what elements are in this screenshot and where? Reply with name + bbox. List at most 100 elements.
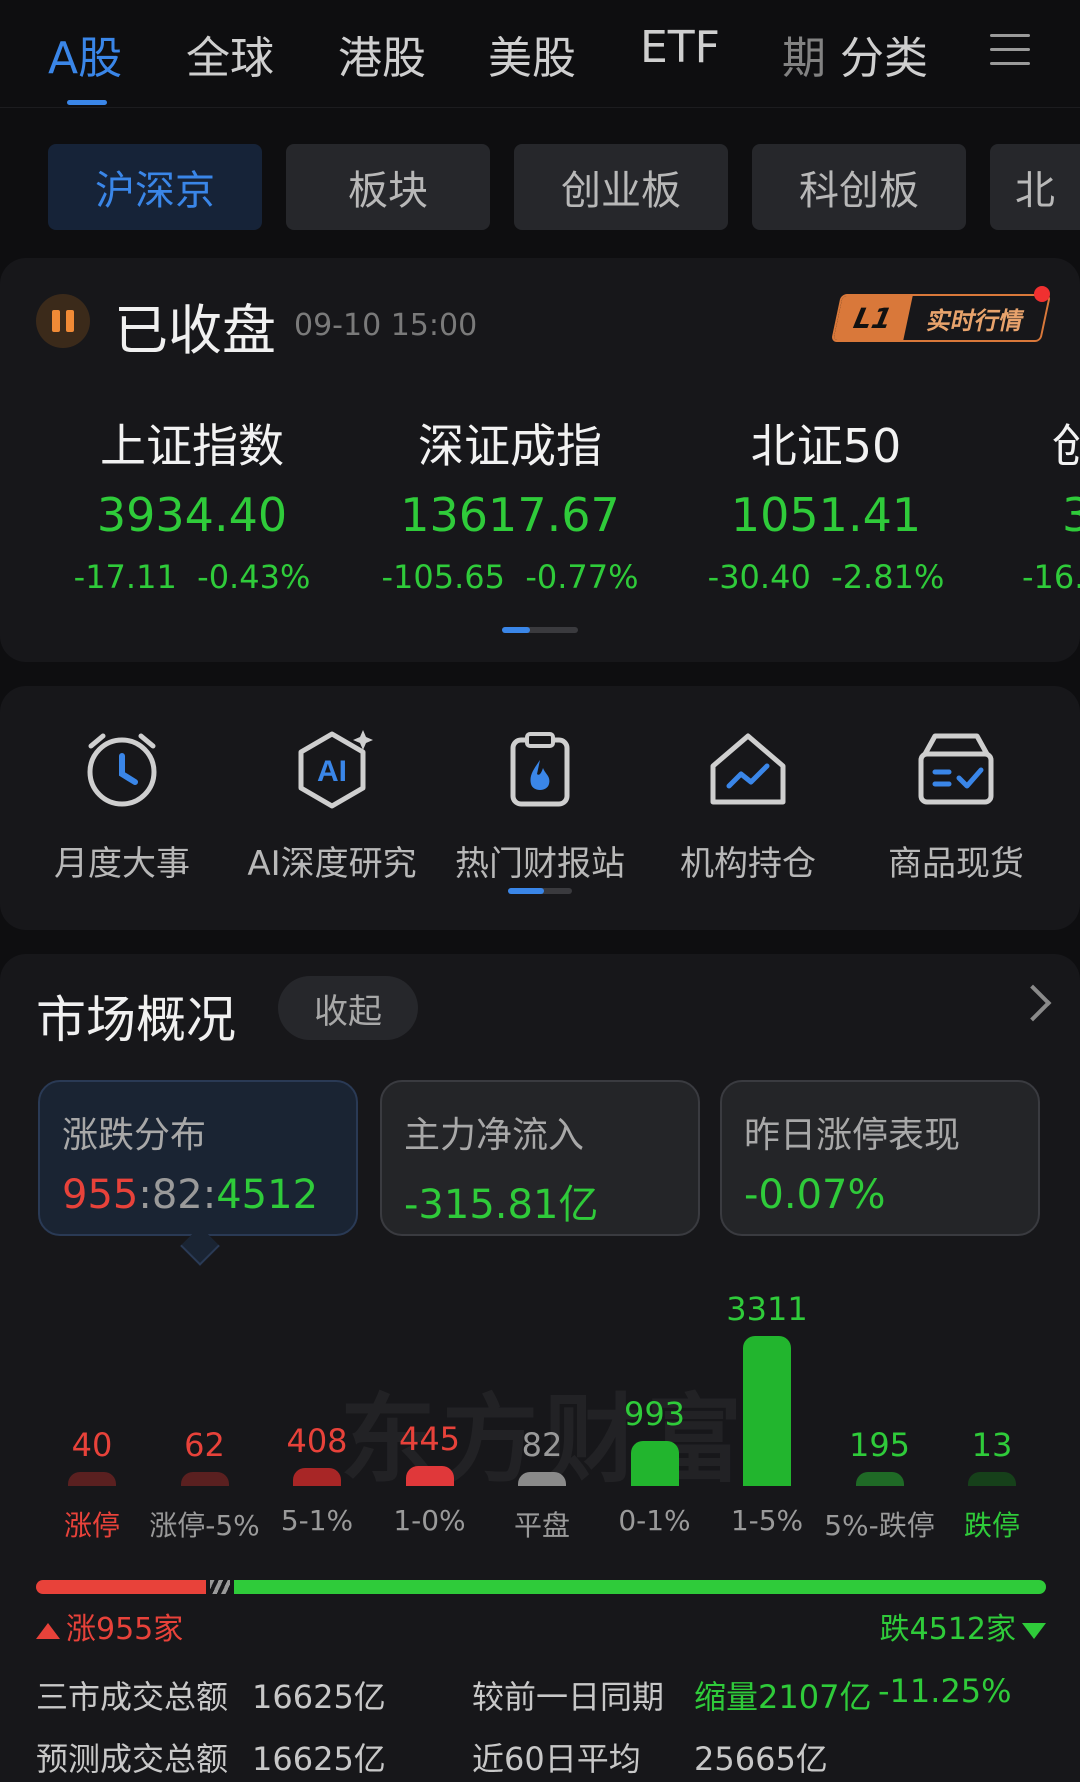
shortcut-ai-research[interactable]: AI AI深度研究	[232, 724, 432, 885]
house-chart-icon	[710, 733, 786, 805]
subtab-beijing[interactable]: 北	[990, 144, 1080, 230]
index-change: -17.11 -0.43%	[73, 558, 311, 596]
index-name: 上证指数	[100, 419, 284, 473]
bar	[293, 1468, 341, 1486]
tab-global[interactable]: 全球	[186, 22, 274, 86]
stat-rise-fall-distribution[interactable]: 涨跌分布 955:82:4512	[38, 1080, 358, 1236]
market-status: 已收盘	[114, 299, 276, 362]
bar	[630, 1441, 679, 1486]
shortcut-label: 商品现货	[888, 844, 1024, 884]
total-turnover-label: 三市成交总额	[36, 1678, 229, 1716]
bar	[68, 1472, 116, 1486]
avg60-value: 25665亿	[694, 1740, 828, 1778]
stat-label: 涨跌分布	[62, 1115, 207, 1156]
tab-a-shares[interactable]: A股	[48, 22, 122, 86]
index-name: 北证50	[750, 419, 902, 473]
index-change: -30.40 -2.81%	[707, 558, 945, 596]
avg60-label: 近60日平均	[472, 1740, 641, 1778]
compare-pct: -11.25%	[878, 1672, 1012, 1710]
hot-report-icon	[510, 732, 570, 807]
index-value: 3	[1062, 488, 1080, 542]
bar	[405, 1466, 454, 1486]
index-name: 创	[1052, 419, 1080, 473]
notification-dot	[1034, 286, 1050, 302]
alarm-clock-icon	[87, 733, 157, 807]
index-name: 深证成指	[418, 419, 602, 473]
bar	[855, 1472, 904, 1486]
bar-value-label: 13	[971, 1426, 1013, 1464]
shortcut-monthly-events[interactable]: 月度大事	[22, 724, 222, 885]
index-shanghai[interactable]: 上证指数 3934.40 -17.11 -0.43%	[62, 410, 322, 596]
tab-category[interactable]: 分类	[840, 22, 928, 86]
index-pager	[502, 627, 578, 633]
index-chinext[interactable]: 创 3 -16.	[1020, 410, 1080, 596]
subtab-shanghai-shenzhen-beijing[interactable]: 沪深京	[48, 144, 262, 230]
goods-box-icon	[918, 733, 994, 805]
shortcut-pager	[508, 888, 572, 894]
shortcut-label: 机构持仓	[680, 844, 816, 884]
index-shenzhen[interactable]: 深证成指 13617.67 -105.65 -0.77%	[380, 410, 640, 596]
market-tab-bar: A股 全球 港股 美股 ETF 期 分类	[0, 0, 1080, 108]
forecast-turnover-label: 预测成交总额	[36, 1740, 229, 1778]
bar-value-label: 62	[184, 1426, 225, 1464]
index-change: -16.	[1022, 558, 1080, 596]
arrow-down-icon	[1022, 1622, 1046, 1639]
compare-value: 缩量2107亿	[694, 1678, 872, 1716]
shortcut-label: 月度大事	[54, 844, 190, 884]
stat-main-net-inflow[interactable]: 主力净流入 -315.81亿	[380, 1080, 700, 1236]
stat-value: -0.07%	[744, 1172, 886, 1218]
tab-futures[interactable]: 期	[782, 22, 826, 86]
up-count-label: 涨955家	[36, 1604, 183, 1648]
index-value: 1051.41	[730, 488, 922, 542]
subtab-sectors[interactable]: 板块	[286, 144, 490, 230]
active-tab-indicator	[67, 100, 107, 105]
ratio-flat-segment	[210, 1580, 230, 1594]
stat-label: 昨日涨停表现	[744, 1115, 961, 1156]
realtime-quote-badge[interactable]: L1 实时行情	[830, 294, 1052, 342]
shortcut-institution-holdings[interactable]: 机构持仓	[648, 724, 848, 885]
market-overview-title: 市场概况	[36, 991, 236, 1049]
svg-text:AI: AI	[317, 755, 347, 788]
stat-yesterday-limit-up[interactable]: 昨日涨停表现 -0.07%	[720, 1080, 1040, 1236]
rise-fall-ratio-bar	[36, 1580, 1046, 1594]
forecast-turnover-value: 16625亿	[252, 1740, 386, 1778]
bar-value-label: 82	[521, 1426, 563, 1464]
status-time: 09-10 15:00	[294, 308, 478, 343]
arrow-up-icon	[36, 1622, 60, 1639]
down-count-label: 跌4512家	[880, 1604, 1046, 1648]
tab-us-shares[interactable]: 美股	[488, 22, 576, 86]
shortcut-hot-reports[interactable]: 热门财报站	[440, 724, 640, 885]
shortcut-label: AI深度研究	[247, 844, 417, 884]
hamburger-icon[interactable]	[990, 34, 1030, 66]
bar	[518, 1472, 566, 1486]
shortcut-commodities[interactable]: 商品现货	[856, 724, 1056, 885]
ai-hexagon-icon: AI	[298, 730, 373, 809]
total-turnover-value: 16625亿	[252, 1678, 386, 1716]
realtime-label: 实时行情	[924, 306, 1027, 335]
tab-etf[interactable]: ETF	[640, 22, 720, 73]
bar-category-label: 跌停	[963, 1509, 1020, 1542]
candlestick-icon	[36, 294, 90, 348]
shortcut-label: 热门财报站	[455, 844, 625, 884]
stat-value: -315.81亿	[404, 1182, 599, 1228]
bar-value-label: 993	[623, 1395, 686, 1433]
index-value: 13617.67	[400, 488, 620, 542]
index-change: -105.65 -0.77%	[381, 558, 639, 596]
ratio-up-segment	[36, 1580, 206, 1594]
bar	[180, 1472, 229, 1486]
index-value: 3934.40	[96, 488, 288, 542]
index-beijing50[interactable]: 北证50 1051.41 -30.40 -2.81%	[696, 410, 956, 596]
subtab-star-market[interactable]: 科创板	[752, 144, 966, 230]
stat-value: 955:82:4512	[62, 1172, 319, 1218]
subtab-chinext[interactable]: 创业板	[514, 144, 728, 230]
collapse-button[interactable]: 收起	[278, 976, 418, 1040]
ratio-down-segment	[234, 1580, 1046, 1594]
bar-value-label: 40	[71, 1426, 113, 1464]
l1-label: L1	[833, 296, 913, 340]
bar	[743, 1336, 791, 1486]
tab-hk-shares[interactable]: 港股	[338, 22, 426, 86]
bar-value-label: 195	[848, 1426, 911, 1464]
compare-label: 较前一日同期	[472, 1678, 665, 1716]
bar-value-label: 445	[398, 1420, 461, 1458]
bar	[968, 1472, 1016, 1486]
